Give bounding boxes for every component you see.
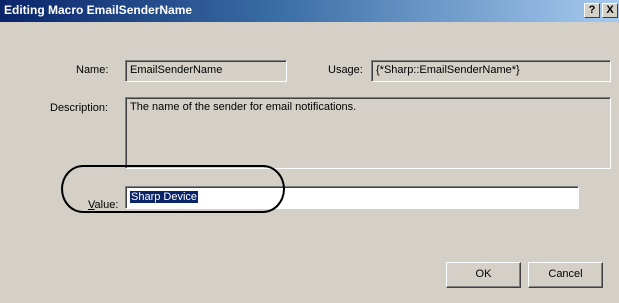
dialog-body: Name: EmailSenderName Usage: {*Sharp::Em…	[0, 22, 619, 303]
cancel-button[interactable]: Cancel	[528, 262, 603, 288]
ok-button[interactable]: OK	[446, 262, 521, 288]
usage-field: {*Sharp::EmailSenderName*}	[371, 60, 611, 82]
name-label: Name:	[76, 64, 109, 76]
title-bar[interactable]: Editing Macro EmailSenderName ? X	[0, 0, 619, 22]
window-title: Editing Macro EmailSenderName	[4, 3, 193, 17]
value-label-text: alue:	[94, 199, 119, 211]
description-field: The name of the sender for email notific…	[125, 97, 611, 169]
value-label: Value:	[88, 199, 118, 211]
description-label: Description:	[50, 102, 109, 114]
value-input[interactable]: Sharp Device	[125, 186, 579, 209]
usage-label: Usage:	[328, 64, 363, 76]
help-button[interactable]: ?	[584, 3, 600, 18]
value-input-selected-text: Sharp Device	[130, 191, 199, 203]
name-field: EmailSenderName	[125, 60, 287, 82]
close-button[interactable]: X	[602, 3, 618, 18]
